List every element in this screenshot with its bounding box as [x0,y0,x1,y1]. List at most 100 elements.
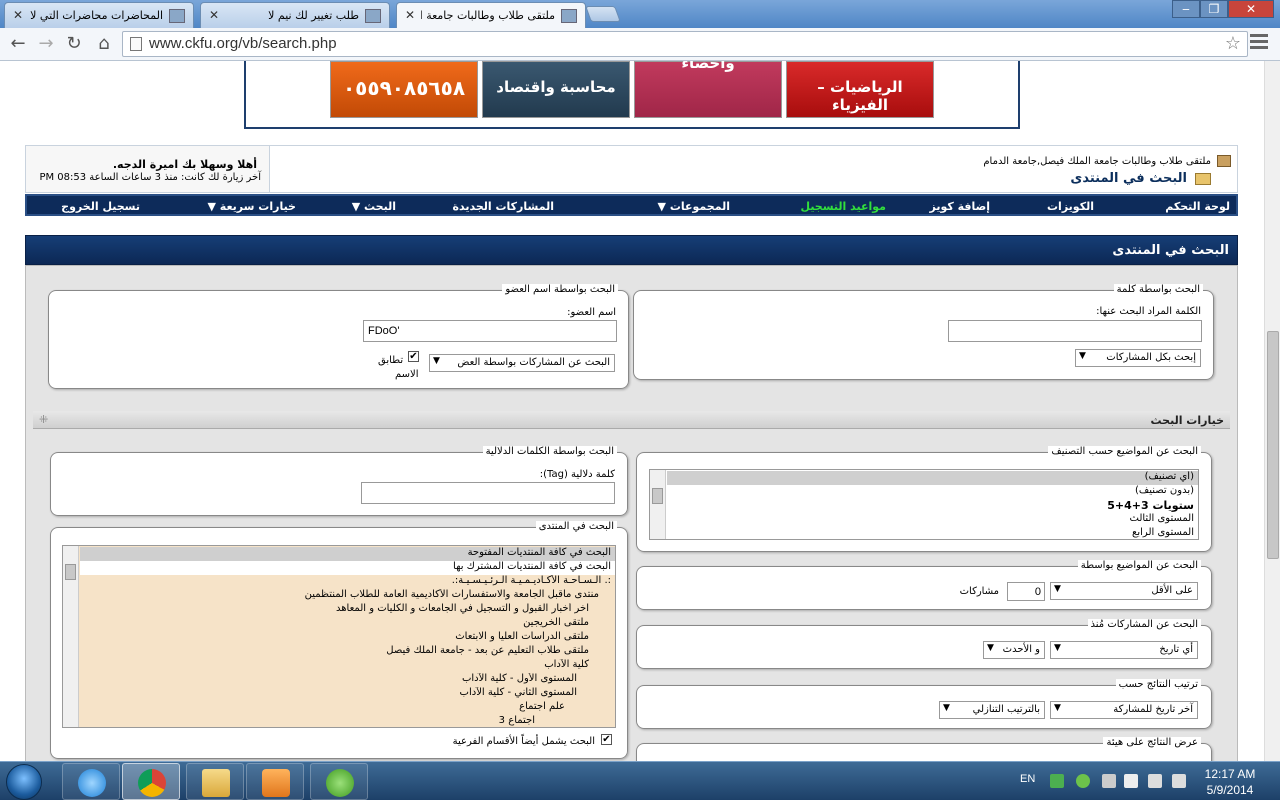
list-item[interactable]: اجتماع 3 [80,715,615,727]
network-signal-icon[interactable] [1148,774,1162,788]
tab-lectures[interactable]: المحاضرات محاضرات التي لا ت ✕ [4,2,194,28]
list-item[interactable]: كلية الآداب [80,659,615,673]
list-item[interactable]: المستوى الأول - كلية الآداب [80,673,615,687]
tab-nickname-request[interactable]: طلب تغيير لك نيم لا ✕ [200,2,390,28]
forum-navbar: لوحة التحكم الكويزات إضافة كويز مواعيد ا… [25,194,1238,216]
taskbar-utorrent[interactable] [310,763,368,800]
clock-time[interactable]: 12:17 AM [1200,767,1260,781]
prefix-search-box: البحث عن المواضيع حسب التصنيف (أي تصنيف)… [636,446,1212,552]
close-icon[interactable]: ✕ [209,8,219,22]
forum-favicon-icon [365,9,381,23]
taskbar-chrome[interactable] [122,763,180,800]
tab-title: ملتقى طلاب وطالبات جامعة الم [421,9,555,22]
action-center-icon[interactable] [1102,774,1116,788]
nav-quizzes[interactable]: الكويزات [1047,200,1094,213]
ad-banner: الرياضيات – الفيزياء واحصاء محاسبة واقتص… [244,61,1020,129]
list-item[interactable]: ستويات 3+4+5 [667,499,1198,513]
keyword-scope-select[interactable]: إبحث بكل المشاركات ▼ [1075,349,1201,367]
list-item[interactable]: البحث في كافة المنتديات المشترك بها [80,561,615,575]
tab-forum-search[interactable]: ملتقى طلاب وطالبات جامعة الم ✕ [396,2,586,29]
taskbar-explorer[interactable] [186,763,244,800]
system-tray: EN 12:17 AM 5/9/2014 [1010,762,1280,801]
include-subforums-checkbox[interactable]: ✔ [601,734,612,745]
replies-legend: البحث عن المواضيع بواسطة [1077,560,1201,571]
banner-accounting-economics[interactable]: محاسبة واقتصاد [482,61,630,118]
nav-search[interactable]: البحث ▼ [352,200,396,213]
minimize-button[interactable]: ‒ [1172,0,1200,18]
list-item[interactable]: البحث في كافة المنتديات المفتوحة [80,547,615,561]
back-arrow-icon[interactable]: ← [6,33,30,55]
user-mode-select[interactable]: البحث عن المشاركات بواسطة العض ▼ [429,354,615,372]
forum-search-box: البحث في المنتدى البحث في كافة المنتديات… [50,521,628,759]
home-icon[interactable] [1217,155,1231,167]
url-text[interactable]: www.ckfu.org/vb/search.php [149,35,337,52]
network-tray-icon[interactable] [1050,774,1064,788]
tab-strip: المحاضرات محاضرات التي لا ت ✕ طلب تغيير … [0,0,1280,29]
list-item[interactable]: المستوى الثالث [667,513,1198,527]
taskbar-media-player[interactable] [246,763,304,800]
scrollbar-thumb[interactable] [1267,331,1279,559]
start-button[interactable] [6,764,42,800]
breadcrumb[interactable]: ملتقى طلاب وطالبات جامعة الملك فيصل,جامع… [983,156,1211,167]
chrome-icon [138,769,166,797]
bookmark-star-icon[interactable]: ☆ [1225,33,1241,54]
list-item[interactable]: ملتقى الدراسات العليا و الابتعاث [80,631,615,645]
list-item[interactable]: (أي تصنيف) [667,471,1198,485]
prefix-scrollbar[interactable] [650,470,666,539]
list-item[interactable]: المستوى الرابع [667,527,1198,539]
page-scrollbar[interactable] [1264,61,1280,761]
replies-count-input[interactable] [1007,582,1045,601]
date-range-select[interactable]: أي تاريخ ▼ [1050,641,1198,659]
date-direction-select[interactable]: و الأحدث ▼ [983,641,1045,659]
keyword-input[interactable] [948,320,1202,342]
collapse-handle-icon[interactable]: ⁜ [39,413,48,426]
close-icon[interactable]: ✕ [13,8,23,22]
nav-groups[interactable]: المجموعات ▼ [658,200,730,213]
new-tab-button[interactable] [585,6,621,22]
list-item[interactable]: :. الـسـاحـة الأكـاديـمـيـة الـرئـيـسـيـ… [80,575,615,589]
window-close-button[interactable]: ✕ [1228,0,1274,18]
banner-math-physics[interactable]: الرياضيات – الفيزياء [786,61,934,118]
safely-remove-icon[interactable] [1124,774,1138,788]
forum-listbox[interactable]: البحث في كافة المنتديات المفتوحة البحث ف… [62,545,616,728]
search-options-bar[interactable]: خيارات البحث ⁜ [33,411,1230,429]
list-item[interactable]: ملتقى طلاب التعليم عن بعد - جامعة الملك … [80,645,615,659]
address-bar[interactable]: www.ckfu.org/vb/search.php ☆ [122,31,1248,57]
utorrent-tray-icon[interactable] [1076,774,1090,788]
user-legend: البحث بواسطة اسم العضو [502,284,618,295]
home-icon[interactable]: ⌂ [92,33,116,55]
nav-add-quiz[interactable]: إضافة كويز [930,200,991,213]
list-item[interactable]: المستوى الثاني - كلية الآداب [80,687,615,701]
nav-new-posts[interactable]: المشاركات الجديدة [452,200,554,213]
sort-order-select[interactable]: بالترتيب التنازلي ▼ [939,701,1045,719]
taskbar-ie[interactable] [62,763,120,800]
list-item[interactable]: منتدى ماقبل الجامعة والاستفسارات الأكادي… [80,589,615,603]
forward-arrow-icon[interactable]: → [34,33,58,55]
nav-logout[interactable]: تسجيل الخروج [61,200,140,213]
nav-usercp[interactable]: لوحة التحكم [1165,200,1230,213]
volume-icon[interactable] [1172,774,1186,788]
page-title: البحث في المنتدى [1070,171,1187,186]
list-item[interactable]: آخر أخبار القبول و التسجيل في الجامعات و… [80,603,615,617]
list-item[interactable]: ملتقى الخريجين [80,617,615,631]
menu-icon[interactable] [1250,34,1268,52]
nav-registration-dates[interactable]: مواعيد التسجيل [801,200,887,213]
replies-mode-select[interactable]: على الأقل ▼ [1050,582,1198,600]
clock-date[interactable]: 5/9/2014 [1200,783,1260,797]
list-item[interactable]: علم اجتماع [80,701,615,715]
tag-input[interactable] [361,482,615,504]
reload-icon[interactable]: ↻ [62,33,86,55]
banner-phone[interactable]: ٠٥٥٩٠٨٥٦٥٨ [330,61,478,118]
prefix-listbox[interactable]: (أي تصنيف) (بدون تصنيف) ستويات 3+4+5 الم… [649,469,1199,540]
restore-button[interactable]: ❐ [1200,0,1228,18]
nav-quick-links[interactable]: خيارات سريعة ▼ [207,200,296,213]
keyword-legend: البحث بواسطة كلمة [1113,284,1203,295]
exact-name-checkbox[interactable]: ✔ [408,351,419,362]
forum-scrollbar[interactable] [63,546,79,727]
username-input[interactable] [363,320,617,342]
banner-statistics[interactable]: واحصاء [634,61,782,118]
language-indicator[interactable]: EN [1020,773,1035,785]
sort-field-select[interactable]: آخر تاريخ للمشاركة ▼ [1050,701,1198,719]
close-icon[interactable]: ✕ [405,8,415,22]
list-item[interactable]: (بدون تصنيف) [667,485,1198,499]
